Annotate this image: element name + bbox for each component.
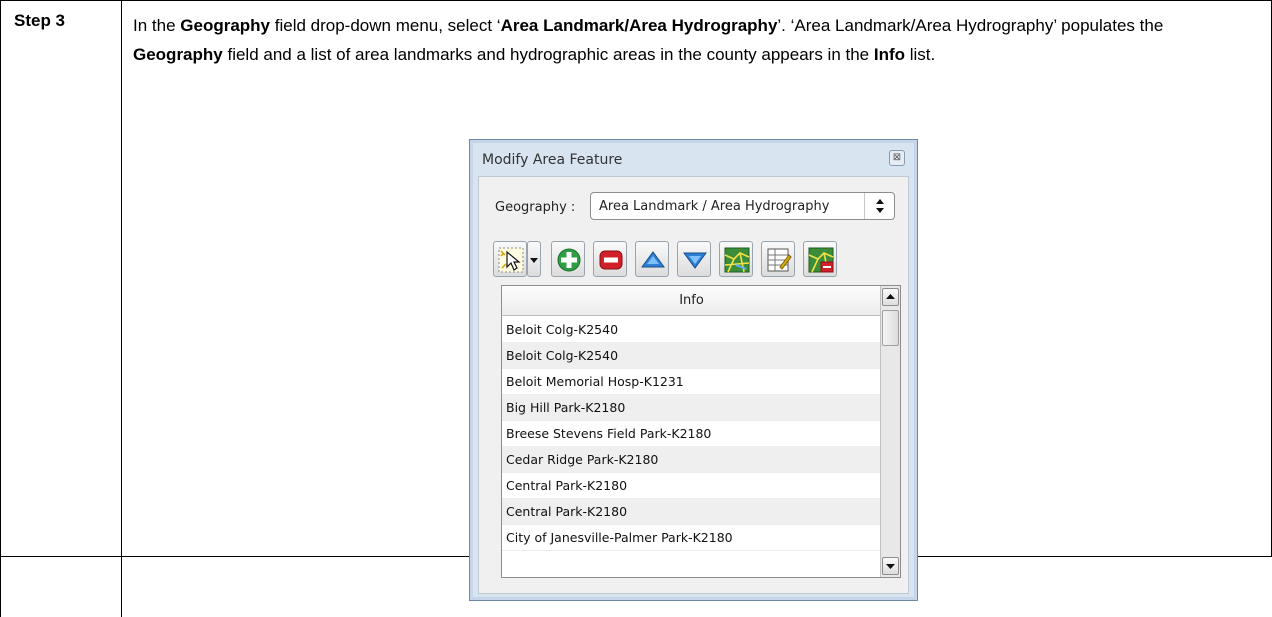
table-edit-icon: [767, 248, 792, 272]
move-up-button[interactable]: [635, 241, 669, 277]
instruction-text-part: In the: [133, 16, 181, 35]
dialog-title: Modify Area Feature: [482, 152, 623, 168]
geography-label: Geography :: [495, 200, 576, 215]
instruction-bold-info: Info: [873, 45, 906, 64]
table-column-divider: [121, 0, 122, 617]
list-item[interactable]: Breese Stevens Field Park-K2180: [502, 421, 881, 447]
table-top-border: [0, 0, 1272, 1]
instruction-text-part: list.: [905, 45, 936, 64]
add-icon: [557, 248, 581, 272]
instruction-text-part: field drop-down menu, select ‘: [270, 16, 501, 35]
list-item[interactable]: Cedar Ridge Park-K2180: [502, 447, 881, 473]
scroll-down-icon[interactable]: [882, 557, 899, 575]
list-item[interactable]: City of Janesville-Palmer Park-K2180: [502, 525, 881, 551]
instruction-bold-geography: Geography: [133, 45, 223, 64]
toolbar: [493, 241, 903, 277]
modify-area-feature-dialog: Modify Area Feature ⊠ Geography : Area L…: [469, 139, 918, 601]
list-item[interactable]: Central Park-K2180: [502, 473, 881, 499]
geography-dropdown[interactable]: Area Landmark / Area Hydrography: [590, 192, 895, 220]
updown-arrow-icon: [864, 193, 894, 219]
remove-icon: [599, 250, 623, 270]
list-item[interactable]: Beloit Colg-K2540: [502, 317, 881, 343]
move-up-icon: [641, 251, 665, 268]
geography-value: Area Landmark / Area Hydrography: [599, 199, 830, 214]
instruction-text-part: field and a list of area landmarks and h…: [222, 45, 874, 64]
map-button[interactable]: [719, 241, 753, 277]
close-icon[interactable]: ⊠: [889, 150, 905, 166]
list-item[interactable]: Central Park-K2180: [502, 499, 881, 525]
info-list[interactable]: Info Beloit Colg-K2540 Beloit Colg-K2540…: [501, 285, 901, 578]
instruction-bold-geography: Geography: [180, 16, 271, 35]
dropdown-icon: [530, 258, 538, 263]
step-label: Step 3: [14, 11, 66, 30]
instruction-text: In the Geography field drop-down menu, s…: [133, 11, 1253, 69]
info-column-header[interactable]: Info: [502, 286, 881, 316]
table-edit-button[interactable]: [761, 241, 795, 277]
instruction-bold-option: Area Landmark/Area Hydrography: [500, 16, 778, 35]
remove-button[interactable]: [593, 241, 627, 277]
select-tool-button[interactable]: [493, 241, 527, 277]
add-button[interactable]: [551, 241, 585, 277]
select-arrow-icon: [498, 247, 524, 273]
instruction-text-part: ’. ‘Area Landmark/Area Hydrography’ popu…: [777, 16, 1164, 35]
map-remove-icon: [808, 247, 834, 273]
table-left-border: [0, 0, 1, 617]
scroll-up-icon[interactable]: [882, 288, 899, 306]
dialog-body: Geography : Area Landmark / Area Hydrogr…: [478, 176, 909, 594]
map-remove-button[interactable]: [803, 241, 837, 277]
info-rows: Beloit Colg-K2540 Beloit Colg-K2540 Belo…: [502, 317, 881, 577]
list-item[interactable]: Beloit Colg-K2540: [502, 343, 881, 369]
scrollbar-thumb[interactable]: [882, 310, 899, 346]
list-item[interactable]: Big Hill Park-K2180: [502, 395, 881, 421]
list-item[interactable]: Beloit Memorial Hosp-K1231: [502, 369, 881, 395]
map-icon: [724, 247, 750, 273]
select-tool-dropdown[interactable]: [527, 241, 541, 277]
move-down-button[interactable]: [677, 241, 711, 277]
vertical-scrollbar[interactable]: [880, 286, 900, 577]
move-down-icon: [683, 252, 707, 269]
